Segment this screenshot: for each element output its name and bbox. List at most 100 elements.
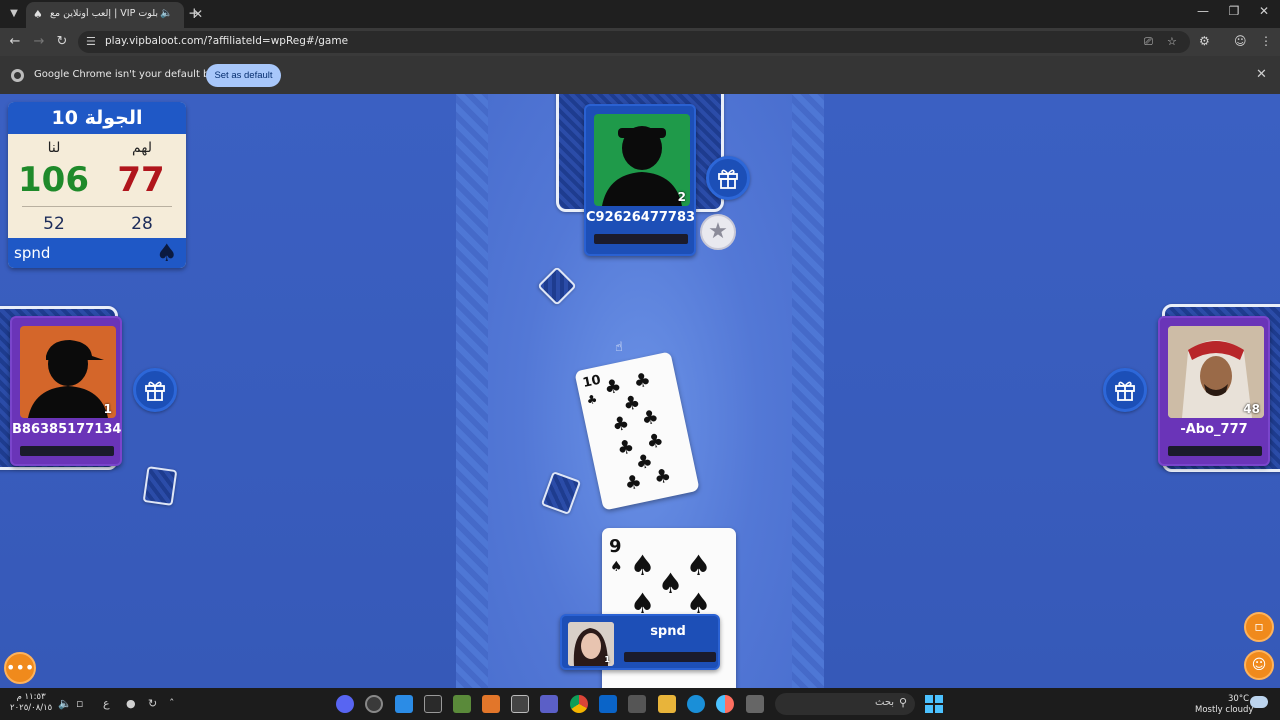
team-us-round: 52 (43, 214, 65, 234)
forward-icon[interactable]: → (30, 33, 48, 51)
emoji-icon[interactable]: ☺ (1244, 650, 1274, 680)
show-hidden-icons-icon[interactable]: ˆ (169, 697, 175, 710)
default-browser-infobar: Google Chrome isn't your default browser… (0, 56, 1280, 94)
copilot-app-icon[interactable] (716, 695, 734, 713)
top-player-panel[interactable]: 2 C92626477783 (584, 104, 696, 256)
score-divider (22, 206, 172, 207)
address-bar[interactable]: ☰ play.vipbaloot.com/?affiliateId=wpReg#… (78, 31, 1190, 53)
sync-icon[interactable]: ↻ (148, 697, 157, 710)
mouse-cursor-icon: ☝ (615, 340, 623, 355)
bookmark-star-icon[interactable]: ☆ (1167, 35, 1177, 48)
self-player-progress (624, 652, 716, 662)
right-player-panel[interactable]: 48 -Abo_777 (1158, 316, 1270, 466)
menu-kebab-icon[interactable]: ⋮ (1260, 34, 1272, 48)
spade-pip-icon: ♣ (602, 374, 624, 400)
chrome-app-icon[interactable] (570, 695, 588, 713)
top-player-name: C92626477783 (586, 210, 696, 225)
taskbar-search[interactable]: بحث ⚲ (775, 693, 915, 715)
spade-pip-icon: ♣ (610, 411, 632, 437)
site-settings-icon[interactable]: ☰ (86, 35, 96, 48)
hand-card-rank: 9 (609, 536, 622, 557)
browser-titlebar: ▼ ♠ بلوت VIP | إلعب أونلاين مع أ 🔈 ✕ + —… (0, 0, 1280, 28)
game-table: الجولة 10 لنا لهم 106 77 52 28 spnd ♠ 2 … (0, 94, 1280, 688)
left-player-progress (20, 446, 114, 456)
game-menu-button[interactable]: ••• (4, 652, 36, 684)
settings-app-icon[interactable] (424, 695, 442, 713)
spade-pip-icon: ♣ (615, 435, 637, 461)
scoreboard: الجولة 10 لنا لهم 106 77 52 28 spnd ♠ (8, 102, 186, 268)
store-app-icon[interactable] (628, 695, 646, 713)
office-app-icon[interactable] (482, 695, 500, 713)
spade-favicon-icon: ♠ (33, 8, 43, 21)
tab-search-icon[interactable]: ▼ (5, 5, 23, 23)
discord-app-icon[interactable] (336, 695, 354, 713)
set-as-default-button[interactable]: Set as default (206, 64, 281, 87)
spade-pip-icon: ♣ (585, 391, 599, 408)
self-player-panel[interactable]: 1 spnd (560, 614, 720, 670)
chat-icon[interactable]: ▫ (1244, 612, 1274, 642)
bidder-name: spnd (14, 244, 51, 262)
network-icon[interactable]: ▫ (76, 697, 83, 710)
right-player-name: -Abo_777 (1180, 422, 1248, 437)
gift-icon (1115, 381, 1135, 401)
silhouette-avatar-icon (602, 126, 682, 206)
language-indicator[interactable]: ع (103, 697, 110, 710)
obs-app-icon[interactable] (365, 695, 383, 713)
left-player-avatar: 1 (20, 326, 116, 418)
search-placeholder: بحث (875, 697, 895, 708)
speaker-icon[interactable]: 🔈 (160, 8, 172, 19)
star-icon[interactable]: ★ (700, 214, 736, 250)
extensions-icon[interactable]: ⚙ (1199, 34, 1210, 48)
minecraft-app-icon[interactable] (453, 695, 471, 713)
right-gift-button[interactable] (1103, 368, 1147, 412)
url-text[interactable]: play.vipbaloot.com/?affiliateId=wpReg#/g… (105, 35, 348, 47)
outlook-app-icon[interactable] (599, 695, 617, 713)
spade-pip-icon: ♣ (622, 470, 644, 496)
team-us-label: لنا (47, 140, 61, 156)
profile-icon[interactable]: ☺ (1234, 34, 1247, 48)
taskview-app-icon[interactable] (746, 695, 764, 713)
spade-pip-icon: ♣ (639, 405, 661, 431)
browser-toolbar: ← → ↻ ☰ play.vipbaloot.com/?affiliateId=… (0, 28, 1280, 56)
gift-icon (718, 169, 738, 189)
windows-taskbar: ١١:٥٣ م ٢٠٢٥/٠٨/١٥ 🔈 ▫ ع ● ↻ ˆ بحث ⚲ 30°… (0, 688, 1280, 720)
left-player-name: B86385177134 (12, 422, 122, 437)
right-player-progress (1168, 446, 1262, 456)
self-player-name: spnd (650, 624, 686, 639)
spade-icon: ♠ (156, 239, 178, 267)
chrome-logo-icon (11, 69, 24, 82)
infobar-close-icon[interactable]: ✕ (1256, 67, 1267, 82)
top-gift-button[interactable] (706, 156, 750, 200)
self-player-avatar: 1 (568, 622, 614, 666)
left-player-badge: 1 (103, 402, 112, 416)
tab-title: بلوت VIP | إلعب أونلاين مع أ (50, 8, 158, 19)
spade-pip-icon: ♠ (630, 549, 656, 582)
played-card-rank: 10 (581, 372, 603, 392)
reload-icon[interactable]: ↻ (53, 33, 71, 51)
back-icon[interactable]: ← (6, 33, 24, 51)
top-player-badge: 2 (677, 190, 686, 204)
restore-icon[interactable]: ❐ (1224, 4, 1244, 22)
round-label: الجولة 10 (8, 102, 186, 134)
microphone-icon[interactable]: ● (126, 697, 136, 710)
snipping-app-icon[interactable] (511, 695, 529, 713)
teams-app-icon[interactable] (540, 695, 558, 713)
volume-icon[interactable]: 🔈 (58, 697, 72, 710)
edge-app-icon[interactable] (687, 695, 705, 713)
search-icon: ⚲ (899, 696, 908, 709)
new-tab-icon[interactable]: + (188, 4, 201, 22)
cast-icon[interactable]: ⎚ (1144, 35, 1153, 49)
taskbar-clock[interactable]: ١١:٥٣ م ٢٠٢٥/٠٨/١٥ (10, 692, 52, 714)
minimize-icon[interactable]: — (1193, 4, 1213, 22)
left-gift-button[interactable] (133, 368, 177, 412)
file-app-icon[interactable] (395, 695, 413, 713)
browser-tab[interactable]: ♠ بلوت VIP | إلعب أونلاين مع أ 🔈 ✕ (26, 2, 203, 28)
left-player-panel[interactable]: 1 B86385177134 (10, 316, 122, 466)
explorer-app-icon[interactable] (658, 695, 676, 713)
weather-description: Mostly cloudy (1195, 705, 1254, 715)
window-close-icon[interactable]: ✕ (1254, 4, 1274, 22)
team-them-round: 28 (131, 214, 153, 234)
cloud-icon[interactable] (1250, 696, 1268, 708)
ornament-right (792, 94, 824, 688)
windows-start-icon[interactable] (925, 695, 943, 713)
